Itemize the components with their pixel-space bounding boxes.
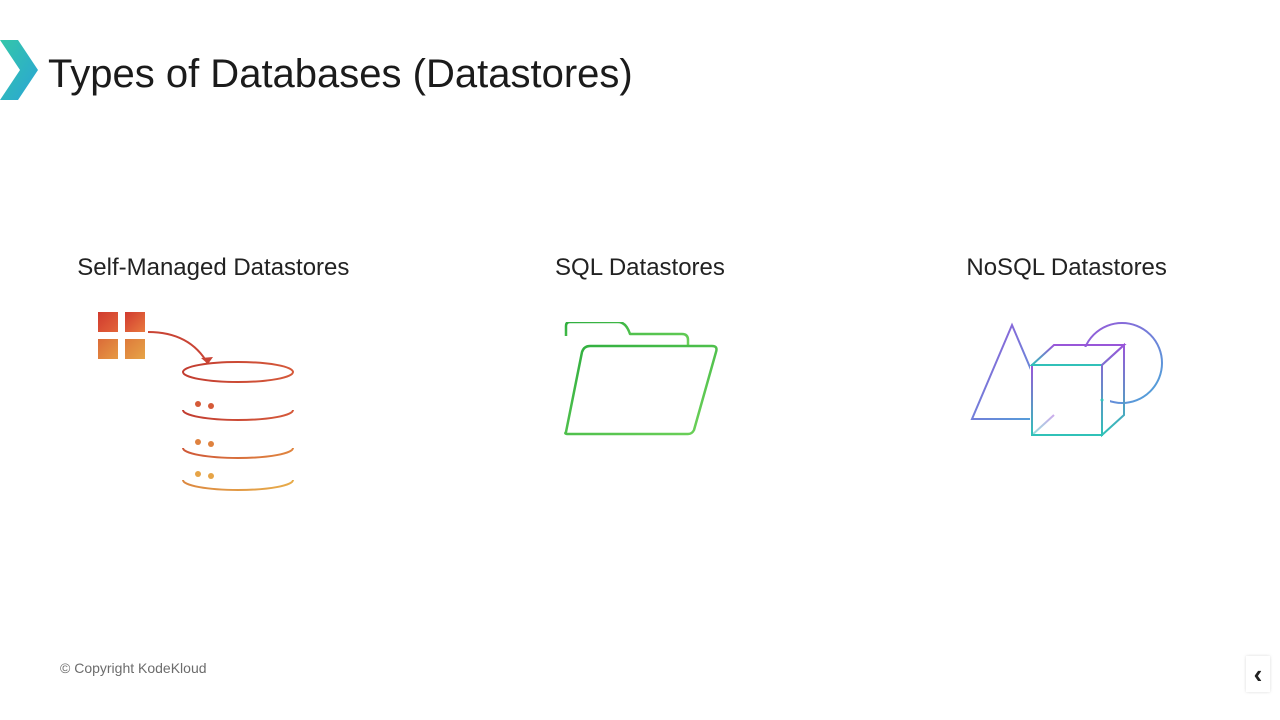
columns-row: Self-Managed Datastores [0,254,1280,492]
col-sql-label: SQL Datastores [555,254,725,282]
back-button[interactable]: ‹ [1246,656,1270,692]
database-cylinder-icon [98,302,328,492]
page-title: Types of Databases (Datastores) [48,52,633,97]
col-self-managed-label: Self-Managed Datastores [77,254,349,282]
chevron-left-icon: ‹ [1254,659,1263,690]
col-nosql: NoSQL Datastores [877,254,1257,492]
col-self-managed: Self-Managed Datastores [23,254,403,492]
geometric-shapes-icon [962,302,1172,492]
copyright-footer: © Copyright KodeKloud [60,660,207,676]
folder-icon [560,302,720,492]
chevron-right-icon [0,40,38,100]
col-nosql-label: NoSQL Datastores [966,254,1167,282]
col-sql: SQL Datastores [450,254,830,492]
